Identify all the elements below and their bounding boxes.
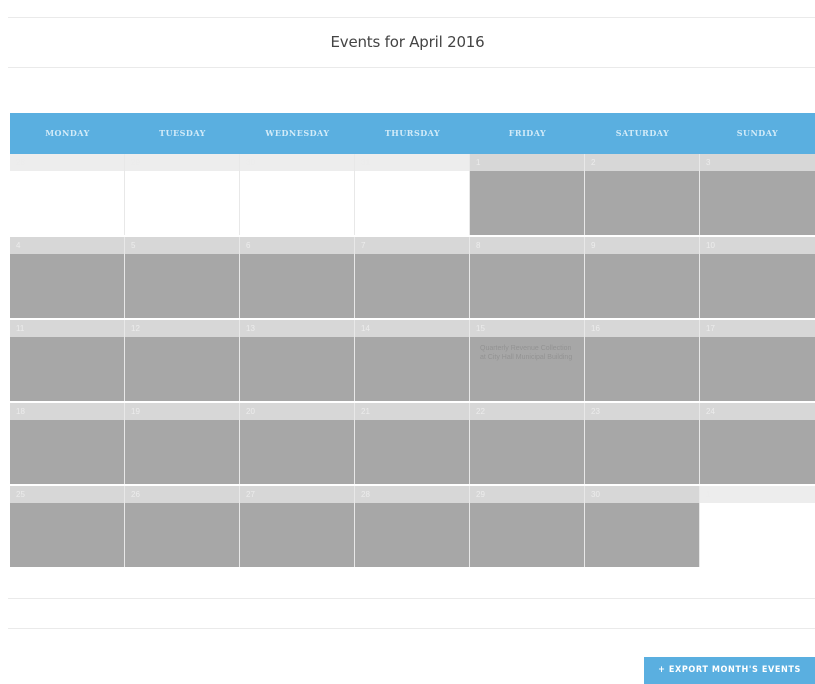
footer-divider-1 — [8, 598, 815, 599]
calendar-day[interactable]: 15 Quarterly Revenue Collection at City H… — [470, 320, 585, 401]
export-month-events-button[interactable]: + EXPORT MONTH'S EVENTS — [644, 657, 815, 684]
day-number: 28 — [355, 486, 469, 503]
calendar-day[interactable]: 13 — [240, 320, 355, 401]
day-number: 4 — [10, 237, 124, 254]
calendar-day[interactable]: 11 — [10, 320, 125, 401]
calendar-day-other-month[interactable]: 31 — [355, 154, 470, 235]
day-number: 6 — [240, 237, 354, 254]
calendar-week-row: 18 19 20 21 22 23 24 — [10, 401, 815, 484]
day-number: 1 — [700, 486, 815, 503]
calendar-day[interactable]: 23 — [585, 403, 700, 484]
footer-divider-2 — [8, 628, 815, 629]
calendar-day[interactable]: 25 — [10, 486, 125, 567]
calendar-day[interactable]: 19 — [125, 403, 240, 484]
top-divider — [8, 17, 815, 18]
calendar-day[interactable]: 29 — [470, 486, 585, 567]
weekday-header-tuesday: TUESDAY — [159, 128, 206, 138]
calendar-day[interactable]: 20 — [240, 403, 355, 484]
day-number: 28 — [10, 154, 124, 171]
day-number: 29 — [125, 154, 239, 171]
calendar-day-other-month[interactable]: 28 — [10, 154, 125, 235]
day-number: 2 — [585, 154, 699, 171]
day-number: 26 — [125, 486, 239, 503]
weekday-header-row: MONDAY TUESDAY WEDNESDAY THURSDAY FRIDAY SATU… — [10, 113, 815, 154]
calendar-day[interactable]: 18 — [10, 403, 125, 484]
calendar-day-other-month[interactable]: 29 — [125, 154, 240, 235]
calendar-day[interactable]: 2 — [585, 154, 700, 235]
calendar-day[interactable]: 5 — [125, 237, 240, 318]
calendar-day[interactable]: 24 — [700, 403, 815, 484]
day-number: 14 — [355, 320, 469, 337]
day-number: 11 — [10, 320, 124, 337]
calendar-day[interactable]: 28 — [355, 486, 470, 567]
day-number: 12 — [125, 320, 239, 337]
calendar-day-other-month[interactable]: 30 — [240, 154, 355, 235]
day-number: 27 — [240, 486, 354, 503]
day-number: 7 — [355, 237, 469, 254]
calendar-day[interactable]: 8 — [470, 237, 585, 318]
calendar-day[interactable]: 6 — [240, 237, 355, 318]
calendar-day[interactable]: 16 — [585, 320, 700, 401]
page-title: Events for April 2016 — [330, 33, 485, 51]
day-number: 22 — [470, 403, 584, 420]
calendar-day-other-month[interactable]: 1 — [700, 486, 815, 567]
calendar-grid: 28 29 30 31 1 2 3 4 5 6 7 8 9 10 11 12 13 14 15 Quarterly R… — [10, 154, 815, 567]
day-number: 15 — [470, 320, 584, 337]
calendar-day[interactable]: 27 — [240, 486, 355, 567]
calendar-day[interactable]: 12 — [125, 320, 240, 401]
day-number: 9 — [585, 237, 699, 254]
day-number: 25 — [10, 486, 124, 503]
weekday-header-sunday: SUNDAY — [736, 128, 779, 138]
calendar-day[interactable]: 14 — [355, 320, 470, 401]
calendar-day[interactable]: 4 — [10, 237, 125, 318]
calendar-week-row: 28 29 30 31 1 2 3 — [10, 154, 815, 235]
day-number: 19 — [125, 403, 239, 420]
day-number: 13 — [240, 320, 354, 337]
day-number: 20 — [240, 403, 354, 420]
day-number: 18 — [10, 403, 124, 420]
day-number: 21 — [355, 403, 469, 420]
day-number: 31 — [355, 154, 469, 171]
day-number: 29 — [470, 486, 584, 503]
calendar-event-link[interactable]: Quarterly Revenue Collection at City Hal… — [480, 344, 576, 362]
day-number: 24 — [700, 403, 815, 420]
day-number: 30 — [585, 486, 699, 503]
title-divider — [8, 67, 815, 68]
calendar-week-row: 25 26 27 28 29 30 1 — [10, 484, 815, 567]
calendar-day[interactable]: 1 — [470, 154, 585, 235]
day-number: 8 — [470, 237, 584, 254]
day-number: 1 — [470, 154, 584, 171]
month-calendar: MONDAY TUESDAY WEDNESDAY THURSDAY FRIDAY SATU… — [10, 113, 815, 567]
calendar-day[interactable]: 7 — [355, 237, 470, 318]
calendar-week-row: 11 12 13 14 15 Quarterly Revenue Collection a… — [10, 318, 815, 401]
day-number: 23 — [585, 403, 699, 420]
weekday-header-thursday: THURSDAY — [384, 128, 441, 138]
calendar-day[interactable]: 9 — [585, 237, 700, 318]
day-number: 3 — [700, 154, 815, 171]
calendar-week-row: 4 5 6 7 8 9 10 — [10, 235, 815, 318]
calendar-day[interactable]: 17 — [700, 320, 815, 401]
calendar-day[interactable]: 3 — [700, 154, 815, 235]
day-number: 10 — [700, 237, 815, 254]
calendar-day[interactable]: 22 — [470, 403, 585, 484]
weekday-header-saturday: SATURDAY — [615, 128, 670, 138]
day-number: 16 — [585, 320, 699, 337]
calendar-day[interactable]: 10 — [700, 237, 815, 318]
calendar-day[interactable]: 30 — [585, 486, 700, 567]
calendar-day[interactable]: 26 — [125, 486, 240, 567]
weekday-header-wednesday: WEDNESDAY — [265, 128, 330, 138]
weekday-header-monday: MONDAY — [45, 128, 90, 138]
day-number: 17 — [700, 320, 815, 337]
day-number: 30 — [240, 154, 354, 171]
weekday-header-friday: FRIDAY — [508, 128, 547, 138]
calendar-day[interactable]: 21 — [355, 403, 470, 484]
day-number: 5 — [125, 237, 239, 254]
